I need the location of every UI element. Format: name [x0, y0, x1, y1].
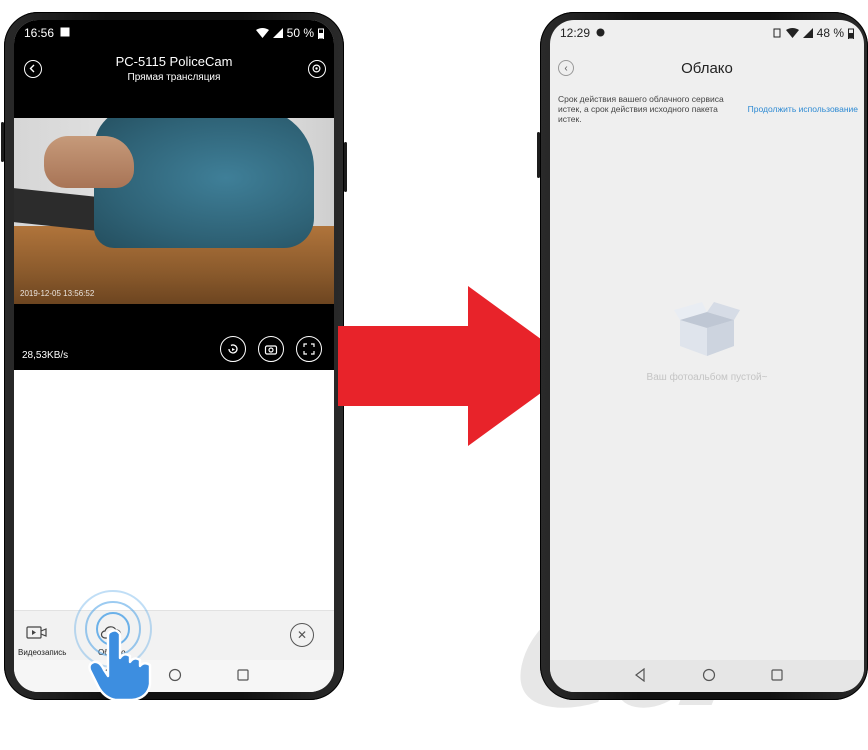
nav-home-icon[interactable]	[702, 668, 716, 682]
status-time: 12:29	[560, 26, 591, 40]
bottom-toolbar: Видеозапись Облако ✕	[14, 610, 334, 661]
settings-icon	[312, 64, 321, 73]
gallery-icon	[60, 27, 70, 37]
page-subtitle: Прямая трансляция	[127, 72, 221, 83]
snapshot-button[interactable]	[258, 336, 284, 362]
signal-icon	[802, 28, 813, 38]
signal-icon	[272, 28, 283, 38]
status-bar: 16:56 50 %	[14, 20, 334, 46]
nav-recents-icon[interactable]	[770, 668, 784, 682]
empty-album-message: Ваш фотоальбом пустой~	[646, 372, 768, 383]
bitrate-label: 28,53KB/s	[22, 350, 69, 361]
playback-icon	[228, 344, 238, 354]
vibrate-icon	[772, 28, 782, 38]
page-title: PC-5115 PoliceCam	[115, 54, 233, 69]
fullscreen-button[interactable]	[296, 336, 322, 362]
left-phone: 16:56 50 % PC-5115 PoliceCam Прямая тран…	[1, 12, 347, 702]
empty-box-icon	[674, 302, 740, 356]
android-nav-bar	[550, 660, 864, 692]
video-hand	[44, 136, 134, 188]
close-icon: ✕	[296, 628, 308, 642]
status-icons: 48 %	[772, 26, 854, 40]
battery-icon	[848, 28, 854, 39]
android-nav-bar	[14, 660, 334, 692]
battery-level: 48 %	[816, 26, 844, 40]
live-video[interactable]: 2019-12-05 13:56:52	[14, 118, 334, 304]
video-record-label: Видеозапись	[18, 648, 67, 657]
volume-button	[537, 132, 540, 178]
video-timestamp: 2019-12-05 13:56:52	[20, 289, 95, 298]
status-icons: 50 %	[255, 26, 324, 40]
message-icon	[596, 28, 605, 37]
fullscreen-icon	[303, 343, 315, 355]
power-button	[344, 142, 347, 192]
continue-link[interactable]: Продолжить использование	[748, 104, 858, 114]
right-screen: 12:29 48 % ‹ Облако Срок действия вашего…	[550, 20, 864, 692]
volume-button	[1, 122, 4, 162]
nav-recents-icon[interactable]	[236, 668, 250, 682]
notice-text: Срок действия вашего облачного сервиса и…	[558, 94, 724, 124]
wifi-icon	[785, 28, 799, 38]
nav-back-icon[interactable]	[634, 668, 646, 682]
close-button[interactable]: ✕	[290, 623, 314, 647]
status-bar: 12:29 48 %	[550, 20, 864, 46]
tap-hand-icon	[88, 629, 152, 702]
right-phone: 12:29 48 % ‹ Облако Срок действия вашего…	[537, 12, 868, 700]
subscription-notice: Срок действия вашего облачного сервиса и…	[558, 94, 858, 138]
video-record-icon	[26, 626, 47, 639]
playback-button[interactable]	[220, 336, 246, 362]
video-record-button[interactable]	[26, 625, 48, 646]
battery-level: 50 %	[286, 26, 314, 40]
nav-home-icon[interactable]	[168, 668, 182, 682]
page-title: Облако	[681, 60, 733, 77]
wifi-icon	[255, 28, 269, 38]
camera-icon	[264, 345, 278, 355]
battery-icon	[318, 28, 324, 39]
live-view-panel: 16:56 50 % PC-5115 PoliceCam Прямая тран…	[14, 20, 334, 370]
status-time: 16:56	[24, 26, 55, 40]
left-screen: 16:56 50 % PC-5115 PoliceCam Прямая тран…	[14, 20, 334, 692]
settings-button[interactable]	[308, 60, 326, 78]
